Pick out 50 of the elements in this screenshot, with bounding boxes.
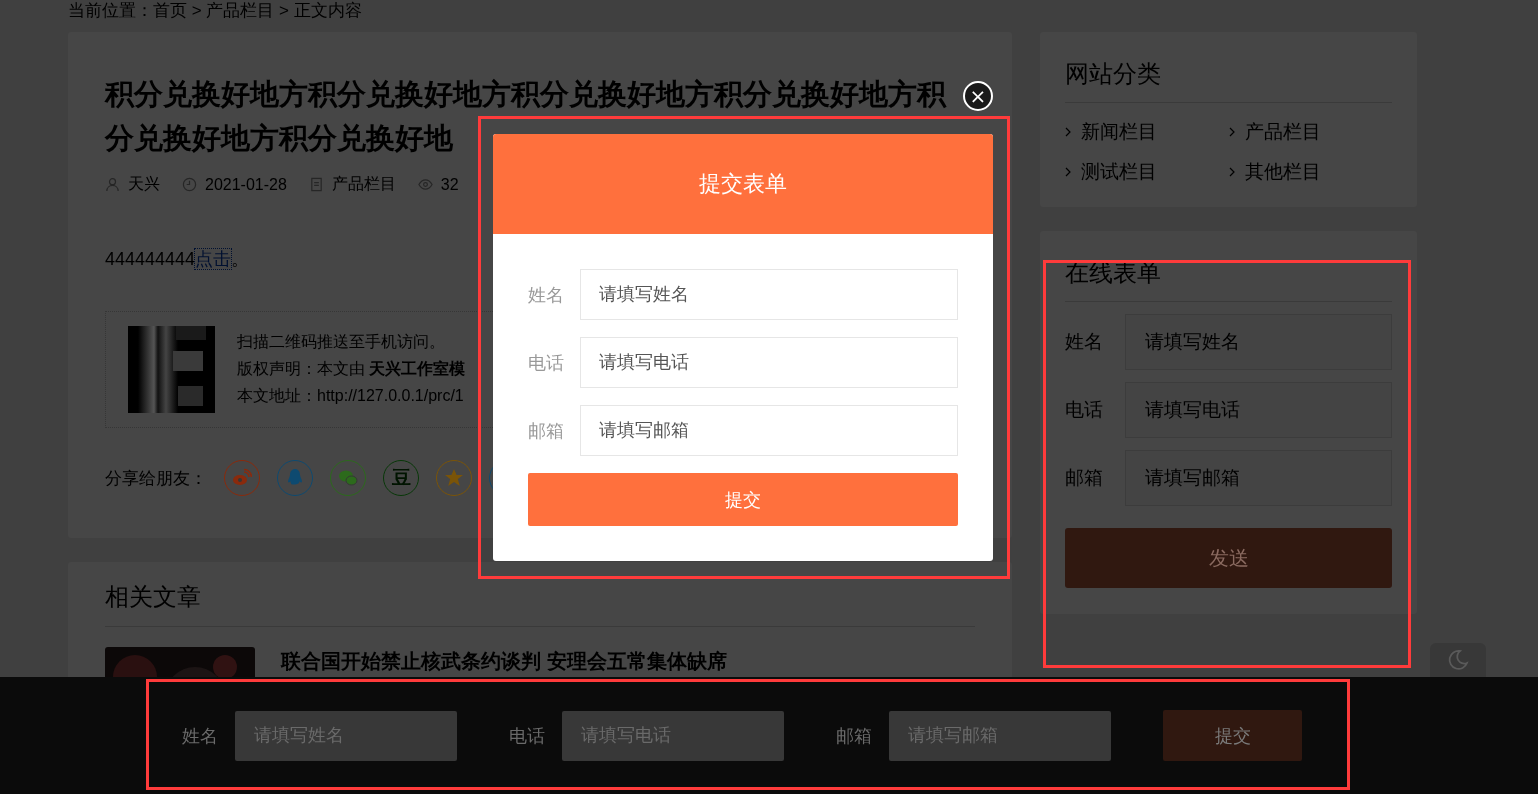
moon-icon [1446, 648, 1470, 672]
chat-bubbles-icon [338, 468, 358, 488]
breadcrumb: 当前位置：首页 > 产品栏目 > 正文内容 [68, 0, 363, 22]
penguin-icon [285, 468, 305, 488]
field-label: 姓名 [1065, 330, 1104, 354]
document-icon [308, 177, 324, 192]
field-label: 邮箱 [1065, 466, 1104, 490]
article-link[interactable]: 联合国开始禁止核武条约谈判 安理会五常集体缺席 [281, 649, 727, 673]
field-label: 电话 [528, 351, 565, 375]
submit-button[interactable]: 提交 [528, 473, 958, 526]
meta-text: 天兴 [128, 174, 160, 194]
article-link[interactable]: 点击 [195, 249, 232, 269]
meta-text: 2021-01-28 [205, 175, 287, 194]
field-label: 姓名 [528, 283, 565, 307]
section-heading: 相关文章 [105, 580, 975, 627]
field-label: 电话 [1065, 398, 1104, 422]
person-icon [105, 177, 120, 192]
star-icon [444, 468, 464, 488]
section-heading: 在线表单 [1065, 253, 1392, 302]
field-label: 邮箱 [528, 419, 565, 443]
chevron-icon [1065, 167, 1071, 177]
category-link[interactable]: 产品栏目 [1228, 119, 1392, 145]
meta-text: 32 [440, 175, 459, 194]
clock-icon [182, 177, 197, 192]
category-link[interactable]: 新闻栏目 [1065, 119, 1229, 145]
submit-button[interactable]: 提交 [1163, 710, 1302, 761]
eye-icon [417, 177, 433, 192]
field-label: 电话 [509, 724, 545, 748]
meta-text: 产品栏目 [331, 174, 396, 194]
field-label: 姓名 [182, 724, 218, 748]
input-field[interactable]: 请填写电话 [1125, 382, 1392, 438]
article-title: 积分兑换好地方积分兑换好地方积分兑换好地方积分兑换好地方积 [105, 77, 948, 112]
qr-text: 版权声明：本文由 天兴工作室模 [237, 359, 466, 379]
night-mode-button[interactable] [1430, 643, 1486, 677]
send-button[interactable]: 发送 [1065, 528, 1392, 588]
share-label: 分享给朋友： [105, 467, 207, 490]
qr-text: 本文地址：http://127.0.0.1/prc/1 [237, 386, 465, 406]
category-link[interactable]: 其他栏目 [1228, 159, 1392, 185]
qr-text: 扫描二维码推送至手机访问。 [237, 332, 446, 352]
modal-title: 提交表单 [493, 134, 993, 234]
article-title: 分兑换好地方积分兑换好地 [105, 121, 454, 156]
input-field[interactable]: 请填写邮箱 [1125, 450, 1392, 506]
section-heading: 网站分类 [1065, 54, 1392, 103]
chevron-icon [1228, 167, 1235, 177]
input-field[interactable]: 请填写姓名 [1125, 314, 1392, 370]
field-label: 邮箱 [836, 724, 872, 748]
eye-swirl-icon [232, 468, 252, 488]
category-link[interactable]: 测试栏目 [1065, 159, 1229, 185]
chevron-icon [1065, 127, 1071, 137]
chevron-icon [1228, 127, 1235, 137]
